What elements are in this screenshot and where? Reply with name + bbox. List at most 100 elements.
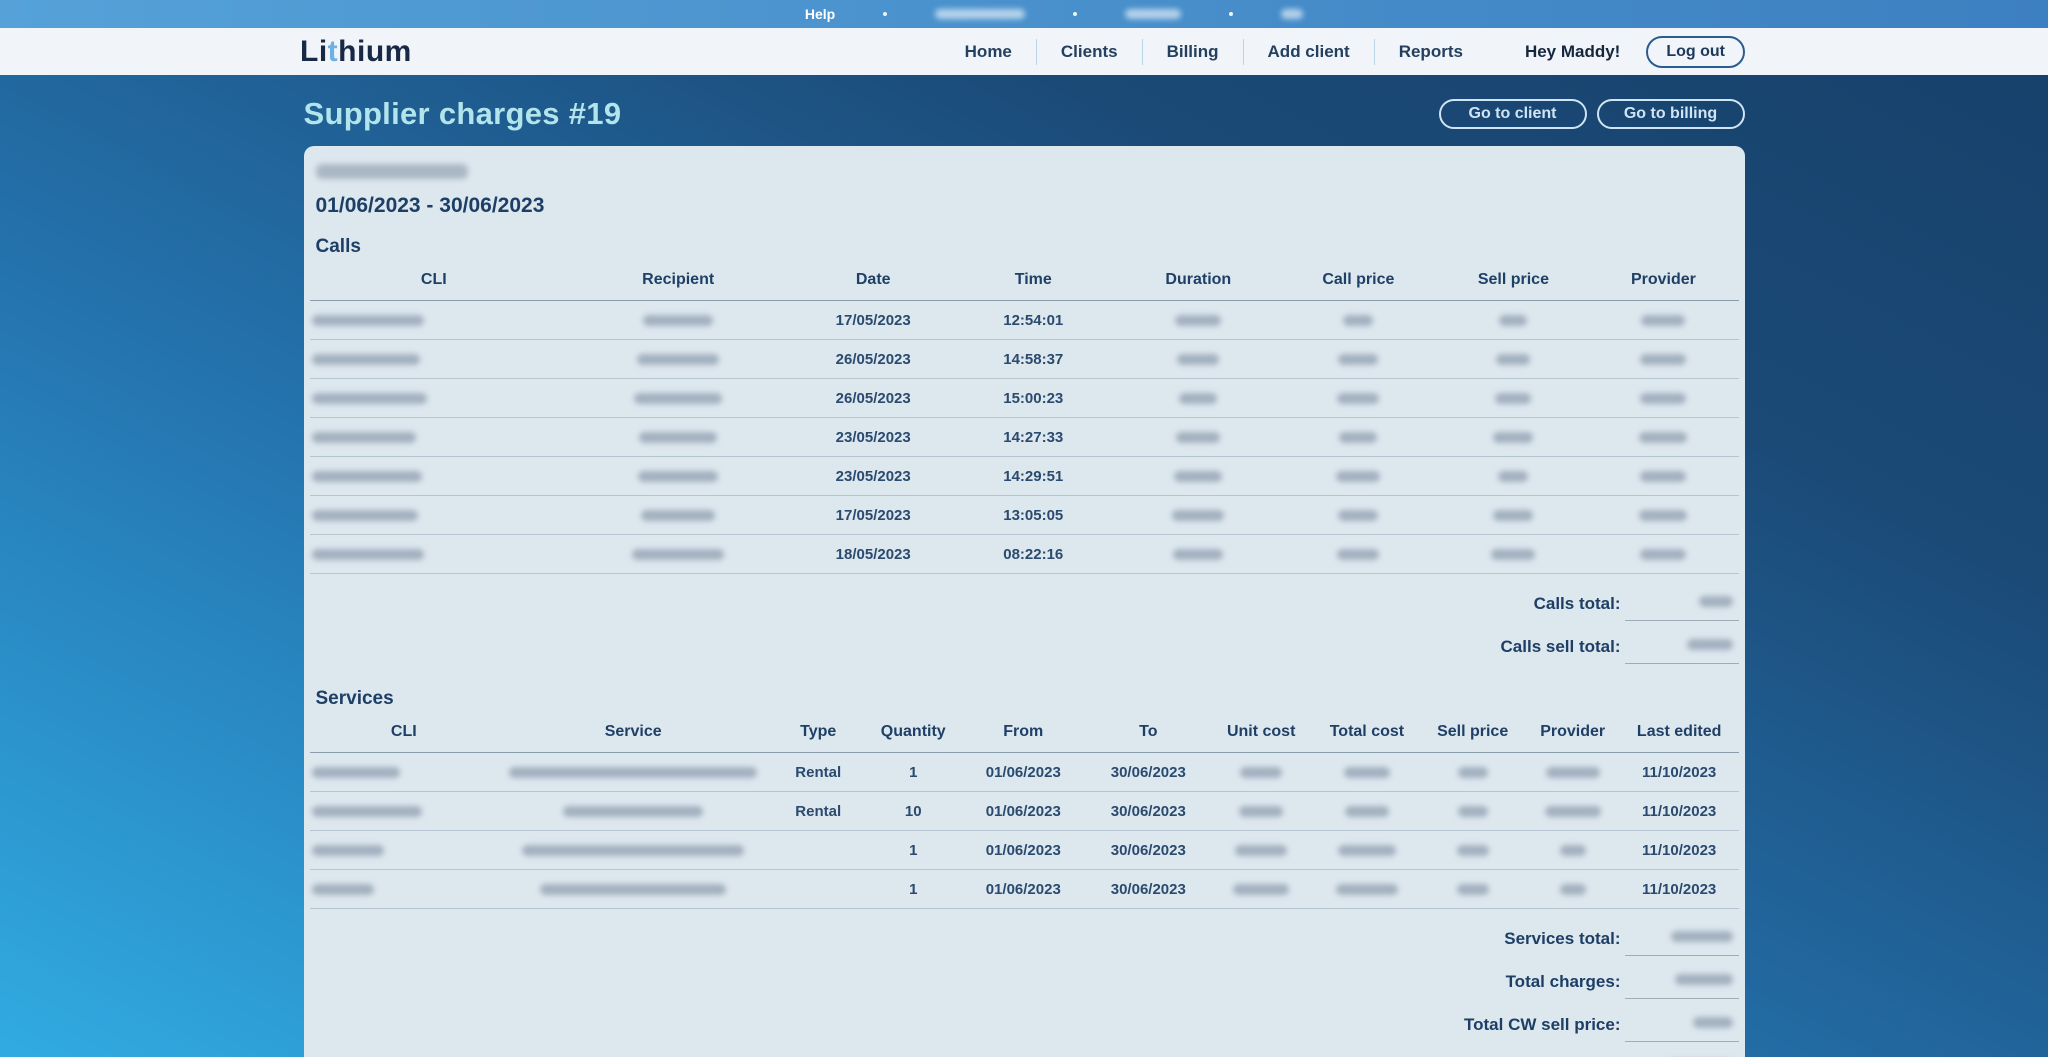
total-row: Total CW sell price:	[1464, 1014, 1739, 1042]
redacted-value	[509, 767, 757, 778]
cell-cli	[310, 870, 499, 909]
cell-total_cost	[1314, 831, 1420, 870]
redacted-value	[638, 471, 718, 482]
page-actions: Go to client Go to billing	[1439, 99, 1745, 129]
cell-to: 30/06/2023	[1088, 831, 1208, 870]
total-value	[1625, 593, 1739, 621]
column-header-call_price: Call price	[1278, 262, 1438, 301]
redacted-value	[1337, 549, 1379, 560]
column-header-time: Time	[948, 262, 1118, 301]
cell-provider	[1588, 535, 1738, 574]
nav-item-clients[interactable]: Clients	[1036, 39, 1142, 65]
redacted-value	[1336, 884, 1398, 895]
redacted-value	[563, 806, 703, 817]
redacted-topbar-item[interactable]	[935, 9, 1025, 19]
column-header-from: From	[958, 714, 1088, 753]
column-header-date: Date	[798, 262, 948, 301]
column-header-quantity: Quantity	[868, 714, 958, 753]
table-row: Rental101/06/202330/06/202311/10/2023	[310, 753, 1739, 792]
redacted-value	[639, 432, 717, 443]
cell-last_edited: 11/10/2023	[1620, 831, 1739, 870]
cell-sell_price	[1420, 831, 1526, 870]
go-to-client-button[interactable]: Go to client	[1439, 99, 1587, 129]
cell-service	[498, 792, 768, 831]
cell-call_price	[1278, 457, 1438, 496]
cell-date: 23/05/2023	[798, 457, 948, 496]
redacted-value	[634, 393, 722, 404]
total-value	[1625, 971, 1739, 999]
cell-provider	[1588, 418, 1738, 457]
cell-total_cost	[1314, 753, 1420, 792]
redacted-value	[641, 510, 715, 521]
redacted-value	[1235, 845, 1287, 856]
cell-time: 14:58:37	[948, 340, 1118, 379]
redacted-value	[1493, 432, 1533, 443]
cell-service	[498, 831, 768, 870]
go-to-billing-button[interactable]: Go to billing	[1597, 99, 1745, 129]
redacted-value	[1172, 510, 1224, 521]
cell-duration	[1118, 535, 1278, 574]
cell-quantity: 10	[868, 792, 958, 831]
cell-service	[498, 753, 768, 792]
cell-from: 01/06/2023	[958, 753, 1088, 792]
cell-cli	[310, 301, 559, 340]
total-label: Total charges:	[1506, 972, 1621, 999]
nav-item-add-client[interactable]: Add client	[1243, 39, 1374, 65]
nav-item-billing[interactable]: Billing	[1142, 39, 1243, 65]
cell-last_edited: 11/10/2023	[1620, 753, 1739, 792]
redacted-value	[1546, 767, 1600, 778]
redacted-value	[1174, 471, 1222, 482]
cell-cli	[310, 340, 559, 379]
column-header-service: Service	[498, 714, 768, 753]
redacted-topbar-item[interactable]	[1281, 9, 1303, 19]
redacted-value	[1458, 767, 1488, 778]
cell-call_price	[1278, 379, 1438, 418]
cell-cli	[310, 535, 559, 574]
redacted-value	[1179, 393, 1217, 404]
app-screen: Help Lithium Home Clients Billing Add cl…	[0, 0, 2048, 1057]
cell-provider	[1588, 301, 1738, 340]
table-row: 23/05/202314:29:51	[310, 457, 1739, 496]
cell-quantity: 1	[868, 753, 958, 792]
lithium-logo[interactable]: Lithium	[300, 35, 412, 69]
page-head: Supplier charges #19 Go to client Go to …	[304, 75, 1745, 137]
redacted-value	[1177, 354, 1219, 365]
redacted-value	[1343, 315, 1373, 326]
logo-part: t	[328, 35, 339, 68]
logout-button[interactable]: Log out	[1646, 36, 1745, 68]
help-link[interactable]: Help	[805, 6, 835, 22]
cell-sell_price	[1438, 379, 1588, 418]
cell-provider	[1588, 457, 1738, 496]
cell-recipient	[558, 535, 798, 574]
column-header-provider: Provider	[1526, 714, 1620, 753]
redacted-value	[1499, 315, 1527, 326]
cell-duration	[1118, 301, 1278, 340]
redacted-value	[312, 845, 384, 856]
redacted-value	[1457, 845, 1489, 856]
column-header-recipient: Recipient	[558, 262, 798, 301]
cell-sell_price	[1438, 496, 1588, 535]
services-totals: Services total:Total charges:Total CW se…	[310, 909, 1739, 1057]
redacted-value	[312, 432, 416, 443]
cell-duration	[1118, 379, 1278, 418]
cell-sell_price	[1420, 792, 1526, 831]
redacted-value	[312, 471, 422, 482]
nav-item-reports[interactable]: Reports	[1374, 39, 1487, 65]
redacted-value	[1640, 393, 1686, 404]
cell-recipient	[558, 418, 798, 457]
redacted-topbar-item[interactable]	[1125, 9, 1181, 19]
cell-cli	[310, 379, 559, 418]
cell-call_price	[1278, 535, 1438, 574]
cell-cli	[310, 496, 559, 535]
redacted-value	[1458, 806, 1488, 817]
total-label: Total CW sell price:	[1464, 1015, 1621, 1042]
column-header-type: Type	[768, 714, 868, 753]
cell-date: 18/05/2023	[798, 535, 948, 574]
redacted-value	[312, 549, 424, 560]
redacted-value	[1173, 549, 1223, 560]
separator-dot	[883, 12, 887, 16]
cell-call_price	[1278, 418, 1438, 457]
redacted-value	[1240, 767, 1282, 778]
cell-duration	[1118, 457, 1278, 496]
nav-item-home[interactable]: Home	[941, 39, 1036, 65]
